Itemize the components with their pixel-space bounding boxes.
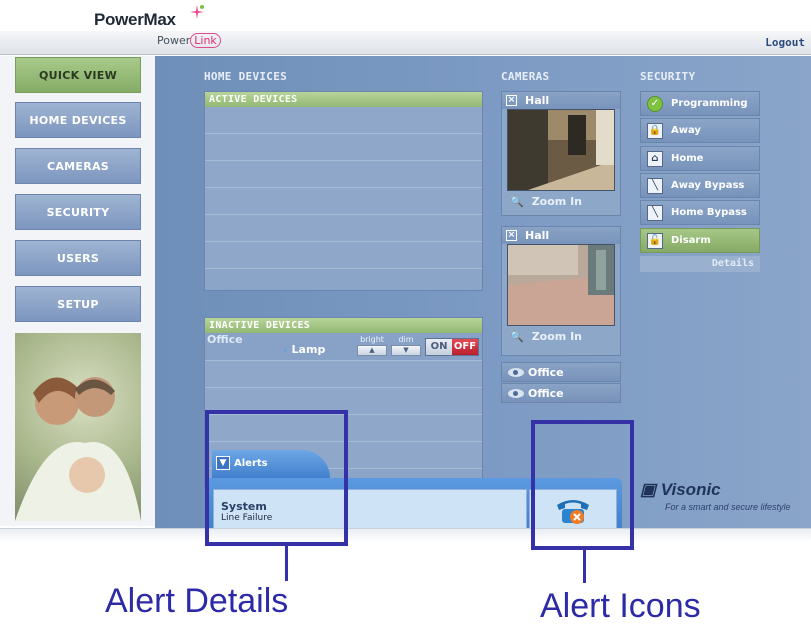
security-home[interactable]: ⌂ Home [640,146,760,171]
alert-icons-caption: Alert Icons [540,587,701,625]
device-row: Office › Lamp bright ▲ dim ▼ ON OFF [205,333,482,361]
top-bar [0,31,811,55]
powerlink-logo: Power Link [157,33,221,48]
unlock-icon: 🔓 [647,232,663,249]
eye-icon [508,388,524,398]
lock-icon: 🔒 [647,122,663,139]
security-disarm[interactable]: 🔓 Disarm [640,228,760,253]
camera-item-office[interactable]: Office [501,362,621,382]
device-link[interactable]: › Lamp [283,343,325,356]
table-row [205,361,482,388]
bypass-icon: ╲ [647,204,663,221]
chevron-right-icon: › [283,343,288,356]
security-details-link[interactable]: Details [640,256,760,272]
camera-item-office[interactable]: Office [501,383,621,403]
nav-cameras[interactable]: CAMERAS [15,148,141,184]
bright-control: bright ▲ [357,336,387,356]
logo-mark-icon: ▣ [640,480,661,499]
nav-users[interactable]: USERS [15,240,141,276]
magnifier-icon: 🔍 [510,194,524,208]
family-photo [15,333,141,521]
table-row [205,215,482,242]
security-away-bypass[interactable]: ╲ Away Bypass [640,173,760,198]
camera-image[interactable] [507,109,615,191]
active-devices-panel: ACTIVE DEVICES [204,91,483,291]
zoom-in-button[interactable]: 🔍 Zoom In [502,326,620,346]
close-icon[interactable]: × [506,230,517,241]
cameras-title: CAMERAS [501,70,550,83]
bypass-icon: ╲ [647,177,663,194]
table-row [205,134,482,161]
brand-logo: PowerMax [94,10,176,29]
bottom-strip [0,528,811,542]
nav-security[interactable]: SECURITY [15,194,141,230]
alert-details-caption: Alert Details [105,582,289,620]
eye-icon [508,367,524,377]
home-devices-title: HOME DEVICES [204,70,288,83]
alert-icons-pointer [583,549,586,583]
security-title: SECURITY [640,70,696,83]
zoom-in-button[interactable]: 🔍 Zoom In [502,191,620,211]
check-icon: ✓ [647,95,663,112]
visonic-logo: ▣ Visonic [640,480,721,499]
room-label: Office [207,333,243,346]
nav-quick-view[interactable]: QUICK VIEW [15,57,141,93]
home-icon: ⌂ [647,150,663,167]
inactive-devices-header: INACTIVE DEVICES [205,318,482,333]
close-icon[interactable]: × [506,95,517,106]
off-button[interactable]: OFF [452,339,478,355]
camera-image[interactable] [507,244,615,326]
security-away[interactable]: 🔒 Away [640,118,760,143]
dim-down-button[interactable]: ▼ [391,345,421,356]
alert-details-pointer [285,545,288,581]
table-row [205,107,482,134]
active-devices-header: ACTIVE DEVICES [205,92,482,107]
table-row [205,188,482,215]
table-row [205,161,482,188]
dim-control: dim ▼ [391,336,421,356]
visonic-tagline: For a smart and secure lifestyle [665,502,791,512]
camera-feed-1: × Hall 🔍 Zoom In [501,91,621,216]
nav-home-devices[interactable]: HOME DEVICES [15,102,141,138]
camera-header: × Hall [502,92,620,109]
bright-up-button[interactable]: ▲ [357,345,387,356]
sparkle-icon [190,5,204,19]
on-off-toggle[interactable]: ON OFF [425,338,479,356]
security-programming[interactable]: ✓ Programming [640,91,760,116]
camera-feed-2: × Hall 🔍 Zoom In [501,226,621,356]
on-button[interactable]: ON [426,339,452,355]
magnifier-icon: 🔍 [510,329,524,343]
security-home-bypass[interactable]: ╲ Home Bypass [640,200,760,225]
camera-header: × Hall [502,227,620,244]
alert-icons-highlight [531,420,634,550]
nav-setup[interactable]: SETUP [15,286,141,322]
alert-details-highlight [205,410,348,546]
table-row [205,242,482,269]
logout-link[interactable]: Logout [765,36,805,49]
